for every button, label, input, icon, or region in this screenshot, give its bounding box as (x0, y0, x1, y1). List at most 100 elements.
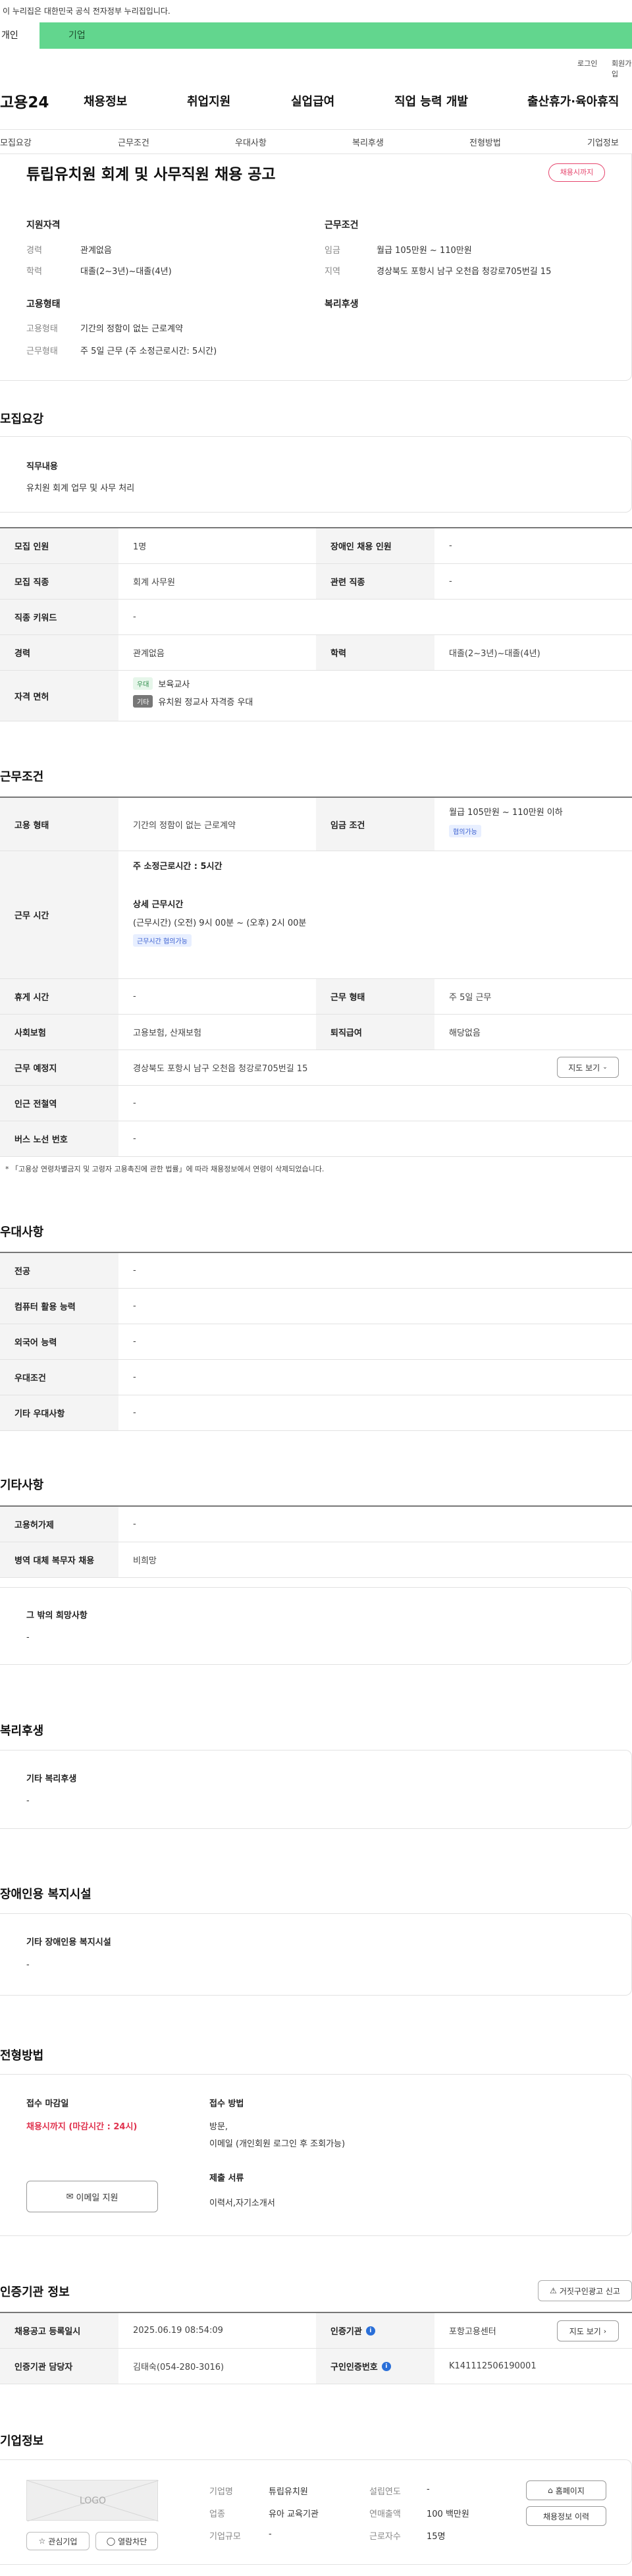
disability-value: - (26, 1960, 30, 1970)
map-button[interactable]: 지도 보기 ⌄ (557, 1057, 619, 1078)
sales-value: 100 백만원 (427, 2509, 469, 2519)
report-fake-ad-button[interactable]: ⚠ 거짓구인광고 신고 (538, 2280, 632, 2301)
subnav-top-divider (0, 129, 632, 130)
subway-label: 인근 전철역 (0, 1086, 118, 1121)
hiring-history-label: 채용정보 이력 (542, 2511, 590, 2521)
deadline-title: 접수 마감일 (26, 2099, 69, 2109)
hiring-history-button[interactable]: 채용정보 이력 (526, 2506, 606, 2526)
qual-heading: 지원자격 (26, 220, 61, 231)
emptype-value: 기간의 정함이 없는 근로계약 (80, 324, 183, 334)
section-recruit-title: 모집요강 (0, 412, 44, 426)
tab-personal[interactable]: 개인 (0, 22, 40, 49)
agency-value: 포항고용센터 (449, 2327, 496, 2337)
chevron-right-icon: › (603, 2326, 607, 2336)
gnb-unemployment-benefit[interactable]: 실업급여 (291, 92, 334, 109)
welfare-etc-title: 기타 복리후생 (26, 1774, 77, 1784)
favorite-company-button[interactable]: ☆ 관심기업 (26, 2532, 90, 2550)
edu-row-label: 학력 (316, 635, 434, 670)
visa-value: - (133, 1519, 136, 1529)
deadline-badge: 채용시까지 (548, 163, 605, 182)
site-logo[interactable]: 고용24 (0, 90, 49, 112)
lang-value: - (133, 1337, 136, 1347)
subnav-welfare[interactable]: 복리후생 (352, 136, 384, 148)
pref-cond-value: - (133, 1372, 136, 1382)
emp-type-value: 기간의 정함이 없는 근로계약 (133, 820, 236, 831)
method-value-2: 이메일 (개인회원 로그인 후 조회가능) (209, 2139, 346, 2149)
hours-label: 근무 시간 (0, 851, 118, 978)
pref-cond-label: 우대조건 (0, 1360, 118, 1395)
disability-card (0, 1913, 632, 1996)
career-row-label: 경력 (0, 635, 118, 670)
bell-icon: ⚠ (550, 2286, 557, 2295)
section-disability-title: 장애인용 복지시설 (0, 1888, 92, 1901)
career-value: 관계없음 (80, 246, 112, 256)
insurance-value: 고용보험, 산재보험 (133, 1028, 201, 1038)
wage-cond-value: 월급 105만원 ~ 110만원 이하 (449, 808, 563, 818)
gnb-jobs[interactable]: 채용정보 (84, 92, 127, 109)
homepage-button[interactable]: ⌂ 홈페이지 (526, 2480, 606, 2500)
subway-value: - (133, 1098, 136, 1108)
company-name-value: 튜립유치원 (269, 2487, 308, 2497)
disabled-value: - (449, 541, 452, 551)
agency-map-button[interactable]: 지도 보기 › (557, 2320, 619, 2341)
founded-value: - (427, 2484, 430, 2494)
disabled-label: 장애인 채용 인원 (316, 528, 434, 563)
work-heading: 근무조건 (325, 220, 359, 231)
emp-type-label: 고용 형태 (0, 798, 118, 851)
agency-map-label: 지도 보기 (569, 2326, 601, 2336)
subnav-condition[interactable]: 근무조건 (118, 136, 149, 148)
pc-label: 컴퓨터 활용 능력 (0, 1289, 118, 1324)
military-label: 병역 대체 복무자 채용 (0, 1542, 118, 1577)
industry-label: 업종 (209, 2509, 225, 2519)
gnb-parental-leave[interactable]: 출산휴가·육아휴직 (527, 92, 619, 109)
scale-label: 기업규모 (209, 2532, 241, 2542)
info-icon[interactable]: i (365, 2326, 375, 2336)
duty-text: 유치원 회계 업무 및 사무 처리 (26, 484, 135, 493)
company-name-label: 기업명 (209, 2487, 233, 2497)
method-title: 접수 방법 (209, 2099, 244, 2109)
subnav-preference[interactable]: 우대사항 (235, 136, 267, 148)
license-item-1: 우대 보육교사 (133, 677, 190, 690)
tab-company[interactable]: 기업 (68, 22, 86, 49)
pension-label: 퇴직급여 (316, 1015, 434, 1050)
subnav-recruit[interactable]: 모집요강 (0, 136, 32, 148)
section-condition-title: 근무조건 (0, 770, 44, 784)
pref-etc-label: 기타 우대사항 (0, 1395, 118, 1430)
worktype-label: 근무형태 (26, 347, 58, 356)
duty-card (0, 436, 632, 513)
mail-icon: ✉ (66, 2191, 74, 2202)
place-label: 근무 예정지 (0, 1050, 118, 1085)
report-button-label: 거짓구인광고 신고 (559, 2286, 620, 2296)
block-view-button[interactable]: ◯ 열람차단 (95, 2532, 158, 2550)
scale-value: - (269, 2529, 272, 2539)
subnav-company[interactable]: 기업정보 (587, 136, 619, 148)
worktype-cond-label: 근무 형태 (316, 979, 434, 1014)
wage-chip-text: 협의가능 (449, 825, 481, 837)
welfare-etc-value: - (26, 1796, 30, 1806)
subnav-process[interactable]: 전형방법 (469, 136, 501, 148)
gnb-skill-development[interactable]: 직업 능력 개발 (394, 92, 468, 109)
section-welfare-title: 복리후생 (0, 1724, 44, 1738)
login-link[interactable]: 로그인 (577, 58, 597, 69)
founded-label: 설립연도 (369, 2487, 401, 2497)
emp-heading: 고용형태 (26, 299, 61, 310)
wage-value: 월급 105만원 ~ 110만원 (377, 246, 472, 256)
rest-label: 휴게 시간 (0, 979, 118, 1014)
pref-etc-value: - (133, 1408, 136, 1418)
row-divider (0, 1577, 632, 1578)
edu-value: 대졸(2~3년)~대졸(4년) (80, 267, 172, 277)
map-button-label: 지도 보기 (568, 1063, 600, 1073)
other-wish-card (0, 1587, 632, 1665)
employees-label: 근로자수 (369, 2532, 401, 2542)
signup-link[interactable]: 회원가입 (612, 58, 632, 79)
lang-label: 외국어 능력 (0, 1324, 118, 1359)
home-icon: ⌂ (548, 2486, 553, 2495)
other-wish-title: 그 밖의 희망사항 (26, 1611, 88, 1621)
logo-placeholder-text: LOGO (79, 2496, 107, 2506)
email-apply-button[interactable]: ✉ 이메일 지원 (26, 2181, 158, 2212)
wage-label: 임금 (325, 246, 340, 256)
edu-row-value: 대졸(2~3년)~대졸(4년) (449, 649, 540, 659)
license-tag-etc: 기타 (133, 695, 153, 708)
gnb-employment-support[interactable]: 취업지원 (187, 92, 230, 109)
info-icon[interactable]: i (381, 2361, 391, 2371)
